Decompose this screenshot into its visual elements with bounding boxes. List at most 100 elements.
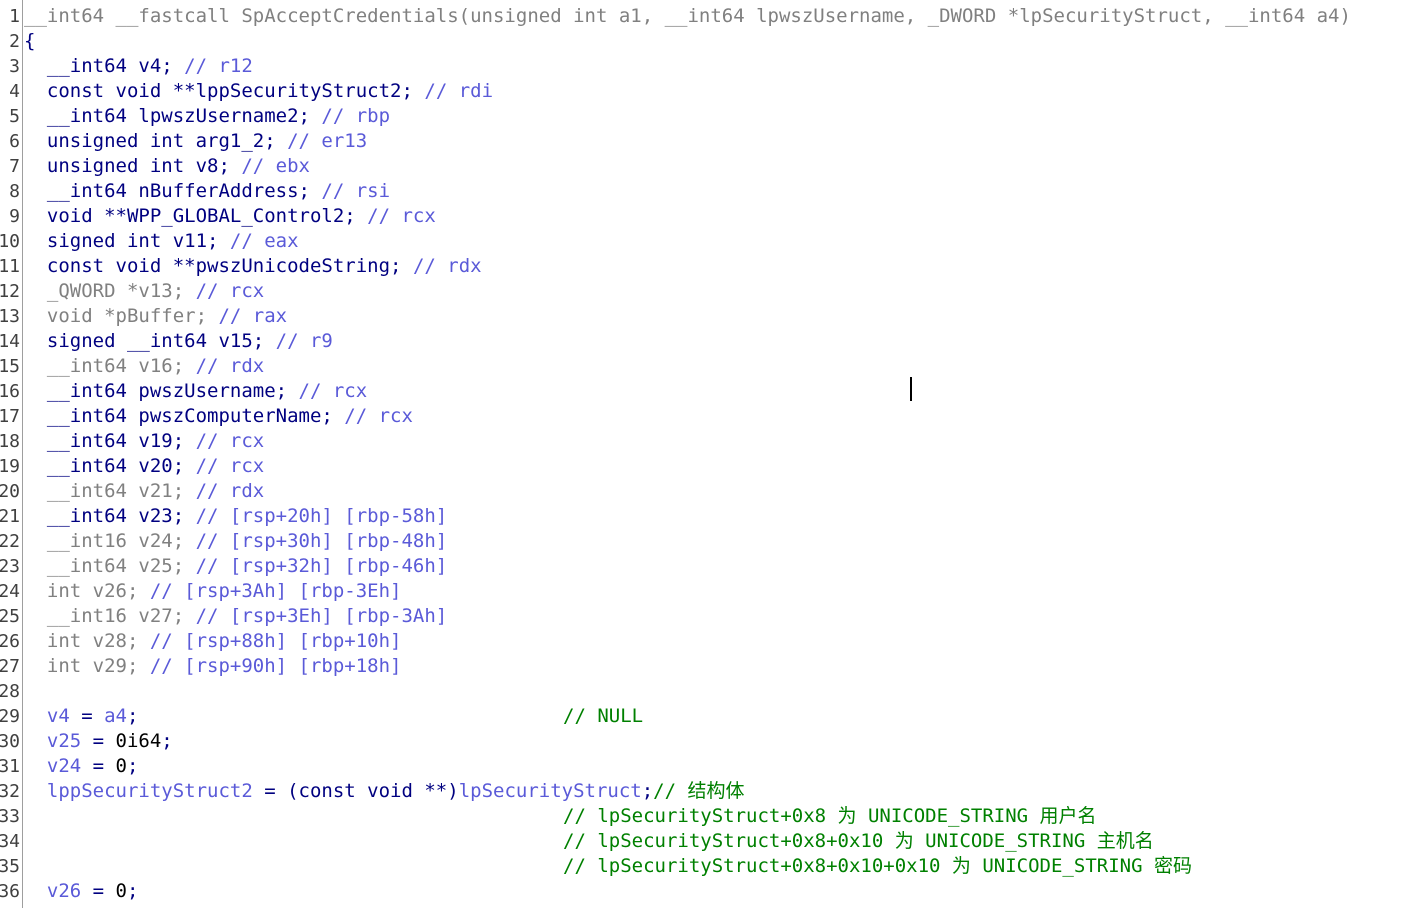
code-line[interactable]: v4 = a4; // NULL: [24, 704, 1427, 729]
code-line[interactable]: __int64 v25; // [rsp+32h] [rbp-46h]: [24, 554, 1427, 579]
code-token: ;: [126, 880, 139, 902]
code-token: a4: [104, 705, 127, 727]
code-token: __int64 v19;: [24, 430, 196, 452]
code-line[interactable]: __int64 pwszUsername; // rcx: [24, 379, 1427, 404]
code-line[interactable]: signed __int64 v15; // r9: [24, 329, 1427, 354]
code-token: // eax: [229, 230, 299, 252]
code-token: // rcx: [195, 455, 265, 477]
code-line[interactable]: {: [24, 29, 1427, 54]
line-number: 14: [0, 331, 20, 352]
code-comment: // NULL: [563, 705, 644, 727]
code-token: // rax: [218, 305, 288, 327]
code-token: __int16 v24;: [24, 530, 196, 552]
code-token: // rcx: [195, 430, 265, 452]
line-number: 30: [0, 731, 20, 752]
code-line[interactable]: __int64 lpwszUsername2; // rbp: [24, 104, 1427, 129]
code-line[interactable]: [24, 679, 1427, 704]
code-token: ;: [126, 705, 139, 727]
line-number: 2: [9, 31, 20, 52]
code-token: unsigned int arg1_2;: [24, 130, 288, 152]
line-number: 35: [0, 856, 20, 877]
code-line[interactable]: v25 = 0i64;: [24, 729, 1427, 754]
line-number: 4: [9, 81, 20, 102]
code-token: =: [81, 755, 116, 777]
code-token: // [rsp+88h] [rbp+10h]: [149, 630, 402, 652]
code-line[interactable]: const void **lppSecurityStruct2; // rdi: [24, 79, 1427, 104]
code-line[interactable]: __int64 pwszComputerName; // rcx: [24, 404, 1427, 429]
code-token: // rcx: [367, 205, 436, 227]
code-line[interactable]: __int64 v21; // rdx: [24, 479, 1427, 504]
code-line[interactable]: signed int v11; // eax: [24, 229, 1427, 254]
code-token: signed int v11;: [24, 230, 230, 252]
code-line[interactable]: __int64 v16; // rdx: [24, 354, 1427, 379]
code-line[interactable]: int v26; // [rsp+3Ah] [rbp-3Eh]: [24, 579, 1427, 604]
code-line[interactable]: __int64 v23; // [rsp+20h] [rbp-58h]: [24, 504, 1427, 529]
code-line[interactable]: __int64 v20; // rcx: [24, 454, 1427, 479]
pseudocode-editor[interactable]: __int64 __fastcall SpAcceptCredentials(u…: [24, 4, 1427, 904]
code-token: lppSecurityStruct2: [24, 780, 253, 802]
line-number: 9: [9, 206, 20, 227]
code-token: =: [69, 705, 105, 727]
code-line[interactable]: void **WPP_GLOBAL_Control2; // rcx: [24, 204, 1427, 229]
line-number: 18: [0, 431, 20, 452]
code-token: lpSecurityStruct: [458, 780, 642, 802]
code-line[interactable]: int v28; // [rsp+88h] [rbp+10h]: [24, 629, 1427, 654]
code-token: 0: [115, 755, 127, 777]
line-number: 8: [9, 181, 20, 202]
code-token: v26: [24, 880, 82, 902]
code-token: __int64 pwszUsername;: [24, 380, 299, 402]
line-number: 1: [9, 6, 20, 27]
line-number: 32: [0, 781, 20, 802]
text-cursor: [910, 377, 912, 401]
line-number: 3: [9, 56, 20, 77]
line-number: 23: [0, 556, 20, 577]
code-line[interactable]: _QWORD *v13; // rcx: [24, 279, 1427, 304]
code-line[interactable]: v24 = 0;: [24, 754, 1427, 779]
code-line[interactable]: lppSecurityStruct2 = (const void **)lpSe…: [24, 779, 1427, 804]
code-token: // 结构体: [653, 780, 745, 802]
code-token: unsigned int v8;: [24, 155, 242, 177]
code-line[interactable]: __int64 v4; // r12: [24, 54, 1427, 79]
code-token: v25: [24, 730, 82, 752]
code-line[interactable]: // lpSecurityStruct+0x8+0x10+0x10 为 UNIC…: [24, 854, 1427, 879]
code-token: __int16 v27;: [24, 605, 196, 627]
code-token: void **WPP_GLOBAL_Control2;: [24, 205, 368, 227]
code-line[interactable]: v26 = 0;: [24, 879, 1427, 904]
code-line[interactable]: // lpSecurityStruct+0x8 为 UNICODE_STRING…: [24, 804, 1427, 829]
code-token: ;: [641, 780, 654, 802]
code-line[interactable]: // lpSecurityStruct+0x8+0x10 为 UNICODE_S…: [24, 829, 1427, 854]
code-token: __int64 v16;: [24, 355, 196, 377]
code-token: =: [81, 880, 116, 902]
code-token: int v29;: [24, 655, 150, 677]
code-line[interactable]: __int16 v27; // [rsp+3Eh] [rbp-3Ah]: [24, 604, 1427, 629]
code-token: // [rsp+3Eh] [rbp-3Ah]: [195, 605, 448, 627]
code-token: __int64 v4;: [24, 55, 185, 77]
code-line[interactable]: __int64 __fastcall SpAcceptCredentials(u…: [24, 4, 1427, 29]
code-token: __int64 pwszComputerName;: [24, 405, 345, 427]
line-number: 10: [0, 231, 20, 252]
code-line[interactable]: __int16 v24; // [rsp+30h] [rbp-48h]: [24, 529, 1427, 554]
code-token: // rbp: [321, 105, 391, 127]
code-token: // ebx: [241, 155, 310, 177]
code-token: // rdx: [195, 480, 265, 502]
code-line[interactable]: __int64 v19; // rcx: [24, 429, 1427, 454]
code-comment: // lpSecurityStruct+0x8+0x10+0x10 为 UNIC…: [563, 855, 1192, 877]
code-token: // rcx: [344, 405, 413, 427]
code-token: 0i64: [115, 730, 162, 752]
code-token: __int64 v21;: [24, 480, 196, 502]
code-token: // rcx: [298, 380, 368, 402]
code-comment: // lpSecurityStruct+0x8 为 UNICODE_STRING…: [563, 805, 1097, 827]
code-token: {: [24, 30, 36, 52]
code-line[interactable]: const void **pwszUnicodeString; // rdx: [24, 254, 1427, 279]
code-line[interactable]: unsigned int v8; // ebx: [24, 154, 1427, 179]
code-token: // [rsp+30h] [rbp-48h]: [195, 530, 448, 552]
code-line[interactable]: void *pBuffer; // rax: [24, 304, 1427, 329]
code-line[interactable]: __int64 nBufferAddress; // rsi: [24, 179, 1427, 204]
code-token: // rdi: [424, 80, 494, 102]
line-number: 13: [0, 306, 20, 327]
code-line[interactable]: unsigned int arg1_2; // er13: [24, 129, 1427, 154]
code-line[interactable]: int v29; // [rsp+90h] [rbp+18h]: [24, 654, 1427, 679]
line-number: 33: [0, 806, 20, 827]
code-token: = (const void **): [252, 780, 459, 802]
line-number: 12: [0, 281, 20, 302]
